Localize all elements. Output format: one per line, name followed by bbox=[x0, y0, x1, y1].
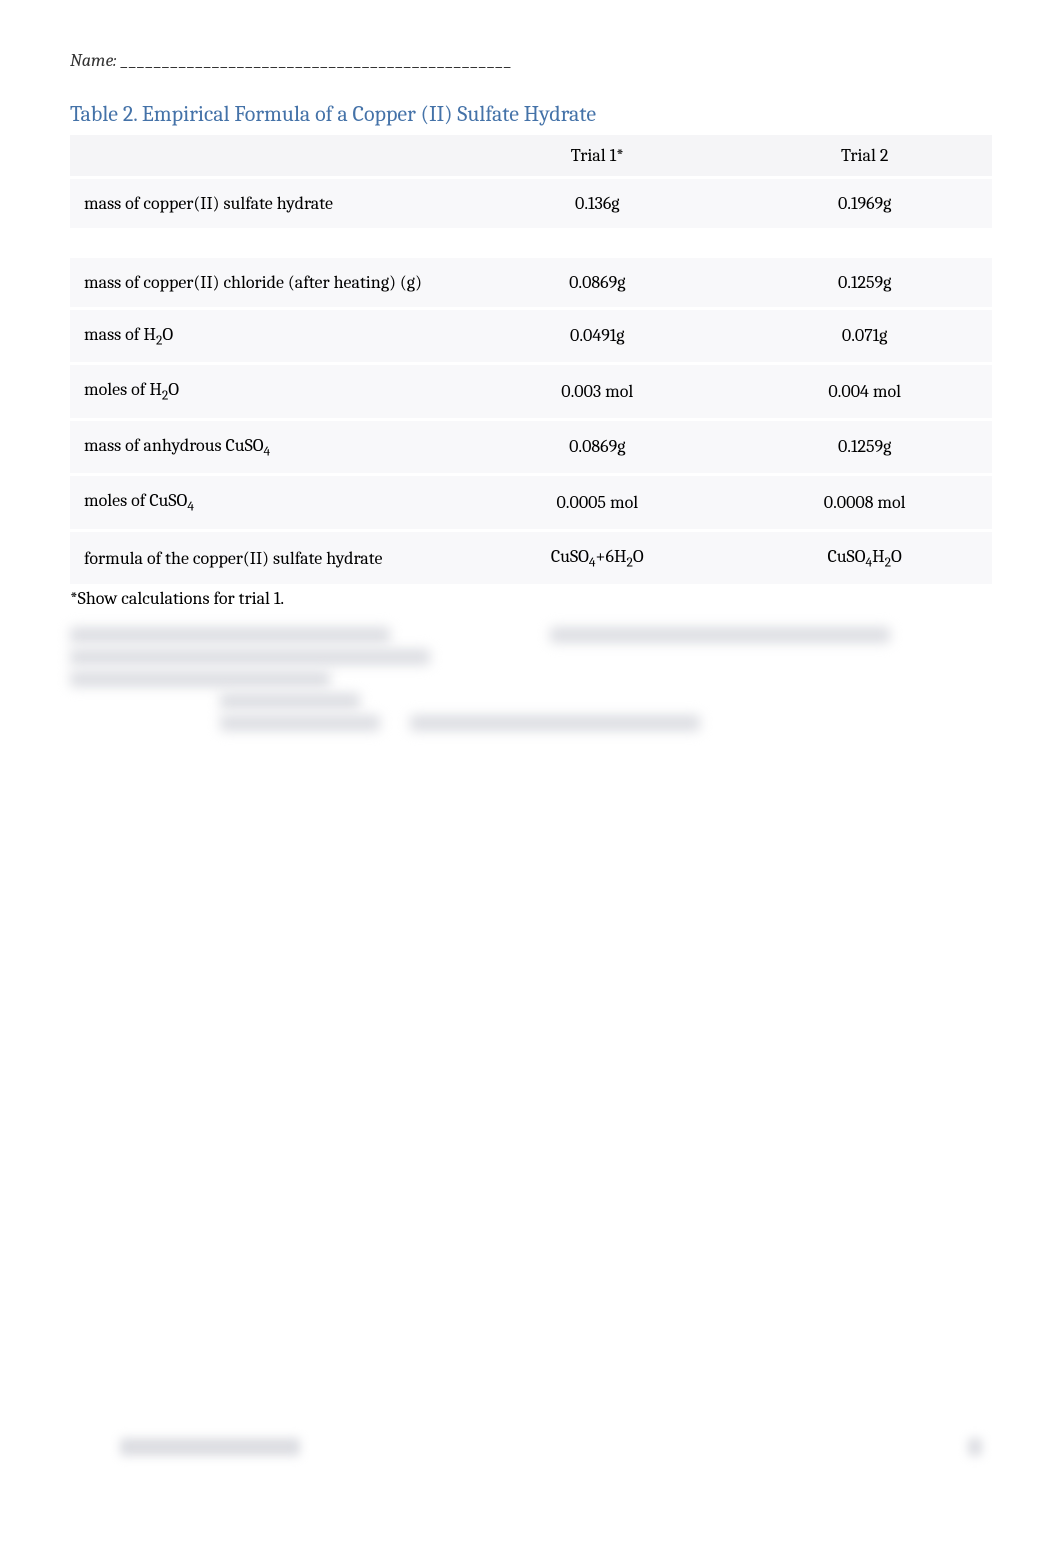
row-label: moles of CuSO4 bbox=[70, 475, 457, 531]
formula-text: CuSO bbox=[828, 546, 866, 567]
label-text: O bbox=[168, 379, 179, 400]
label-text: moles of H bbox=[84, 379, 162, 400]
header-blank bbox=[70, 135, 457, 178]
cell-trial1: 0.0005 mol bbox=[457, 475, 737, 531]
label-text: O bbox=[162, 324, 173, 345]
name-field-label: Name: __________________________________… bbox=[70, 50, 992, 71]
label-text: moles of CuSO bbox=[84, 490, 187, 511]
table-row: mass of H2O 0.0491g 0.071g bbox=[70, 308, 992, 364]
cell-trial2: 0.0008 mol bbox=[737, 475, 992, 531]
cell-trial2: 0.1969g bbox=[737, 178, 992, 229]
header-trial2: Trial 2 bbox=[737, 135, 992, 178]
calculations-note: *Show calculations for trial 1. bbox=[70, 584, 992, 609]
formula-text: CuSO bbox=[551, 546, 589, 567]
formula-text: O bbox=[891, 546, 902, 567]
footer-blur-left bbox=[120, 1438, 300, 1456]
cell-trial2: 0.1259g bbox=[737, 256, 992, 308]
row-label: mass of copper(II) sulfate hydrate bbox=[70, 178, 457, 229]
footer-blur-right bbox=[968, 1438, 982, 1456]
row-label: formula of the copper(II) sulfate hydrat… bbox=[70, 530, 457, 584]
table-title: Table 2. Empirical Formula of a Copper (… bbox=[70, 101, 992, 127]
table-header-row: Trial 1* Trial 2 bbox=[70, 135, 992, 178]
formula-text: O bbox=[633, 546, 644, 567]
row-label: mass of anhydrous CuSO4 bbox=[70, 419, 457, 475]
cell-trial1: 0.003 mol bbox=[457, 364, 737, 420]
subscript: 4 bbox=[187, 500, 194, 515]
blurred-calculations-area bbox=[70, 627, 992, 747]
cell-trial2: 0.004 mol bbox=[737, 364, 992, 420]
label-text: mass of anhydrous CuSO bbox=[84, 435, 264, 456]
cell-trial1: 0.0869g bbox=[457, 419, 737, 475]
label-text: mass of copper(II) chloride (after heati… bbox=[84, 272, 422, 293]
table-row: moles of CuSO4 0.0005 mol 0.0008 mol bbox=[70, 475, 992, 531]
label-text: mass of H bbox=[84, 324, 156, 345]
row-label: mass of H2O bbox=[70, 308, 457, 364]
cell-trial2: 0.1259g bbox=[737, 419, 992, 475]
subscript: 4 bbox=[589, 555, 596, 570]
table-row: moles of H2O 0.003 mol 0.004 mol bbox=[70, 364, 992, 420]
formula-text: +6H bbox=[596, 546, 627, 567]
formula-text: H bbox=[872, 546, 885, 567]
cell-trial1: 0.136g bbox=[457, 178, 737, 229]
table-row: mass of anhydrous CuSO4 0.0869g 0.1259g bbox=[70, 419, 992, 475]
subscript: 4 bbox=[264, 444, 271, 459]
table-row: mass of copper(II) chloride (after heati… bbox=[70, 256, 992, 308]
data-table: Trial 1* Trial 2 mass of copper(II) sulf… bbox=[70, 135, 992, 584]
cell-trial1: CuSO4+6H2O bbox=[457, 530, 737, 584]
row-label: moles of H2O bbox=[70, 364, 457, 420]
row-label: mass of copper(II) chloride (after heati… bbox=[70, 256, 457, 308]
blank-row bbox=[70, 228, 992, 256]
table-row: formula of the copper(II) sulfate hydrat… bbox=[70, 530, 992, 584]
cell-trial1: 0.0491g bbox=[457, 308, 737, 364]
table-row: mass of copper(II) sulfate hydrate 0.136… bbox=[70, 178, 992, 229]
cell-trial2: 0.071g bbox=[737, 308, 992, 364]
header-trial1: Trial 1* bbox=[457, 135, 737, 178]
cell-trial1: 0.0869g bbox=[457, 256, 737, 308]
cell-trial2: CuSO4H2O bbox=[737, 530, 992, 584]
